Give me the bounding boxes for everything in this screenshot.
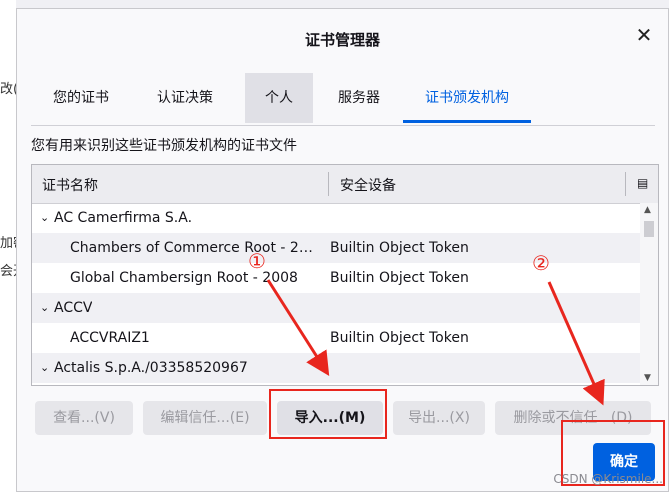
watermark: CSDN @Krismile...: [553, 472, 663, 486]
arrow-to-ok: [547, 281, 605, 406]
arrow-to-import: [266, 279, 330, 377]
annotation-arrows: [266, 279, 605, 406]
